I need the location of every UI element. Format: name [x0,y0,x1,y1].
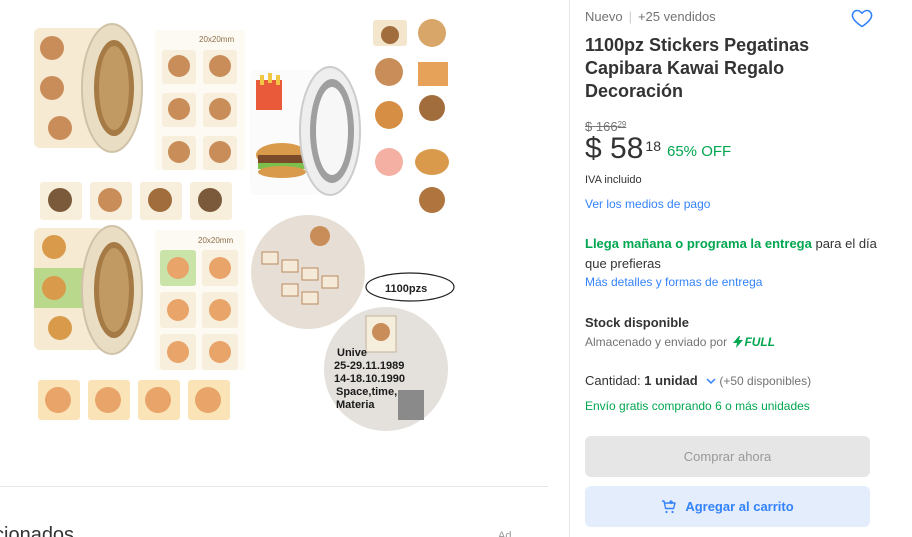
product-title: 1100pz Stickers Pegatinas Capibara Kawai… [585,35,810,101]
quantity-selector[interactable]: Cantidad: 1 unidad (+50 disponibles) [585,373,811,388]
detail-photo-circle [251,215,365,329]
stock-subtitle: Almacenado y enviado por FULL [585,335,776,349]
free-shipping-note: Envío gratis comprando 6 o más unidades [585,399,810,413]
current-price: $ 58 18 [585,132,661,165]
payment-methods-link[interactable]: Ver los medios de pago [585,197,710,211]
sticker-sheet-image [155,30,245,170]
sticker-sheet-image [155,230,245,370]
photo-text-line-4: Space,time, [336,386,397,398]
size-label-1: 20x20mm [199,35,234,44]
photo-text-line-2: 25-29.11.1989 [334,360,404,372]
add-to-cart-button[interactable]: Agregar al carrito [585,486,870,527]
tax-note: IVA incluido [585,174,642,186]
related-section-title: cionados [0,524,75,537]
sticker-row-image [40,182,232,220]
photo-text-line-3: 14-18.10.1990 [334,373,405,385]
count-label: 1100pzs [385,283,427,295]
sticker-roll-image [34,225,143,355]
section-divider [0,486,548,487]
photo-text-line-5: Materia [336,399,375,411]
quantity-value[interactable]: 1 unidad [644,373,697,388]
photo-text-line-1: Unive [337,347,367,359]
condition-label: Nuevo [585,9,623,24]
chevron-down-icon[interactable] [706,378,716,385]
discount-label: 65% OFF [667,143,732,160]
product-meta: Nuevo | +25 vendidos [585,9,716,24]
sold-count: +25 vendidos [637,9,716,24]
delivery-info: Llega mañana o programa la entrega para … [585,234,885,274]
buy-now-button[interactable]: Comprar ahora [585,436,870,477]
delivery-details-link[interactable]: Más detalles y formas de entrega [585,275,762,289]
heart-outline-icon[interactable] [850,6,874,30]
sticker-roll-image [250,66,361,196]
stock-title: Stock disponible [585,315,690,330]
sticker-roll-image [34,23,143,153]
quantity-label: Cantidad: [585,373,641,388]
available-count: (+50 disponibles) [719,374,812,388]
product-image-gallery[interactable]: 20x20mm 20x20mm 1100pzs Unive 25-29.11.1… [0,0,548,487]
cart-plus-icon [662,499,677,513]
delivery-highlight: Llega mañana o programa la entrega [585,236,812,251]
lightning-icon [733,336,744,348]
full-badge: FULL [733,335,775,349]
size-label-2: 20x20mm [198,236,233,245]
ad-label: Ad [498,530,512,537]
add-to-cart-label: Agregar al carrito [685,499,794,514]
sticker-row-image [38,380,230,420]
product-image: 20x20mm 20x20mm 1100pzs Unive 25-29.11.1… [34,19,455,431]
sticker-column-image [373,19,449,213]
buy-box: Nuevo | +25 vendidos 1100pz Stickers Pegat… [569,0,912,537]
